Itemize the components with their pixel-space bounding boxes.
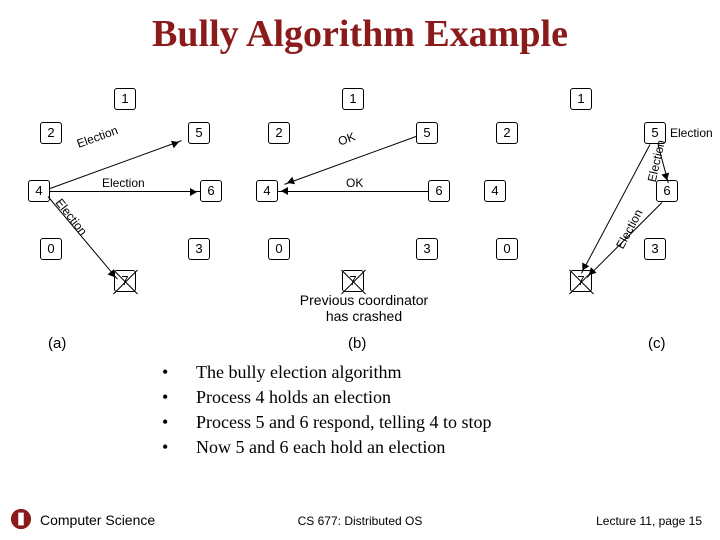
- node-6: 6: [428, 180, 450, 202]
- node-3: 3: [644, 238, 666, 260]
- node-3: 3: [188, 238, 210, 260]
- node-3: 3: [416, 238, 438, 260]
- msg-label: Election: [670, 126, 713, 140]
- msg-label: OK: [336, 129, 357, 148]
- node-4: 4: [28, 180, 50, 202]
- crash-note: Previous coordinator has crashed: [294, 292, 434, 324]
- node-1: 1: [342, 88, 364, 110]
- list-item: Now 5 and 6 each hold an election: [162, 437, 491, 458]
- panel-label-a: (a): [48, 335, 66, 352]
- node-1: 1: [570, 88, 592, 110]
- bully-diagram: 1 2 5 4 6 0 3 7 Election Election Electi…: [22, 82, 698, 352]
- panel-c: 1 2 5 4 6 0 3 7 Election Election Electi…: [478, 82, 698, 352]
- node-7: 7: [342, 270, 364, 292]
- node-5: 5: [188, 122, 210, 144]
- node-2: 2: [496, 122, 518, 144]
- arrow: [50, 191, 200, 192]
- node-0: 0: [268, 238, 290, 260]
- panel-a: 1 2 5 4 6 0 3 7 Election Election Electi…: [22, 82, 242, 352]
- node-1: 1: [114, 88, 136, 110]
- node-2: 2: [40, 122, 62, 144]
- list-item: Process 5 and 6 respond, telling 4 to st…: [162, 412, 491, 433]
- node-6: 6: [200, 180, 222, 202]
- panel-label-c: (c): [648, 335, 666, 352]
- node-2: 2: [268, 122, 290, 144]
- panel-b: 1 2 5 4 6 0 3 7 OK OK Previous coordinat…: [250, 82, 470, 352]
- node-0: 0: [40, 238, 62, 260]
- arrow: [581, 144, 650, 273]
- panel-label-b: (b): [348, 335, 366, 352]
- node-6: 6: [656, 180, 678, 202]
- msg-label: Election: [75, 123, 120, 151]
- node-4: 4: [484, 180, 506, 202]
- node-0: 0: [496, 238, 518, 260]
- msg-label: Election: [53, 196, 90, 238]
- node-5: 5: [416, 122, 438, 144]
- msg-label: Election: [613, 207, 645, 251]
- arrow: [278, 191, 428, 192]
- list-item: Process 4 holds an election: [162, 387, 491, 408]
- slide-title: Bully Algorithm Example: [0, 12, 720, 56]
- msg-label: OK: [346, 176, 363, 190]
- footer-right: Lecture 11, page 15: [596, 514, 702, 528]
- list-item: The bully election algorithm: [162, 362, 491, 383]
- bullet-list: The bully election algorithm Process 4 h…: [162, 362, 491, 462]
- node-4: 4: [256, 180, 278, 202]
- msg-label: Election: [102, 176, 145, 190]
